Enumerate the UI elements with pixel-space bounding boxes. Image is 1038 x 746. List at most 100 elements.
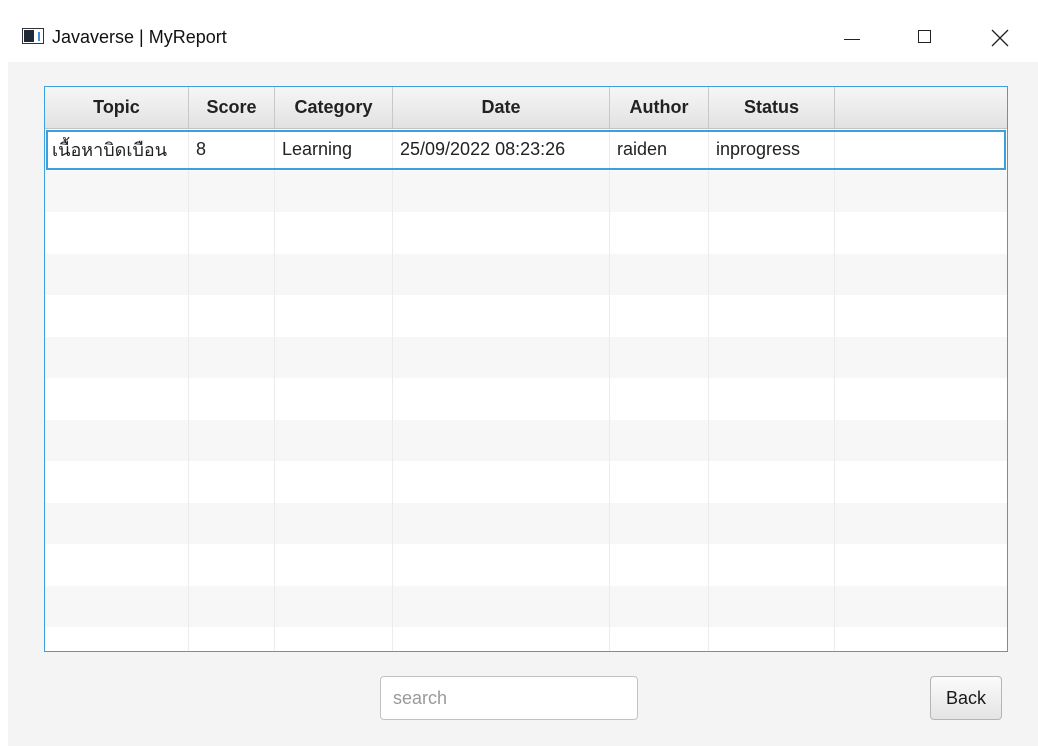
empty-cell <box>835 212 1007 254</box>
empty-cell <box>275 585 393 627</box>
empty-cell <box>610 378 709 420</box>
cell-score: 8 <box>189 129 275 171</box>
table-row[interactable]: เนื้อหาบิดเบือน 8 Learning 25/09/2022 08… <box>45 129 1007 171</box>
empty-cell <box>189 170 275 212</box>
empty-table-row <box>45 212 1007 254</box>
empty-cell <box>709 336 835 378</box>
empty-cell <box>610 419 709 461</box>
empty-cell <box>189 419 275 461</box>
column-header-date[interactable]: Date <box>393 87 610 128</box>
empty-cell <box>709 461 835 503</box>
empty-cell <box>45 544 189 586</box>
minimize-icon[interactable] <box>830 20 874 56</box>
empty-cell <box>835 295 1007 337</box>
empty-cell <box>393 295 610 337</box>
empty-cell <box>275 502 393 544</box>
empty-cell <box>393 419 610 461</box>
empty-cell <box>393 502 610 544</box>
empty-cell <box>189 212 275 254</box>
cell-topic: เนื้อหาบิดเบือน <box>45 129 189 171</box>
column-header-filler <box>835 87 1007 128</box>
empty-cell <box>610 212 709 254</box>
cell-author: raiden <box>610 129 709 171</box>
maximize-icon[interactable] <box>903 20 947 56</box>
empty-table-row <box>45 627 1007 651</box>
column-header-status[interactable]: Status <box>709 87 835 128</box>
empty-cell <box>709 502 835 544</box>
search-input[interactable] <box>380 676 638 720</box>
empty-cell <box>189 253 275 295</box>
empty-table-row <box>45 336 1007 378</box>
empty-cell <box>835 586 1007 628</box>
table-header: Topic Score Category Date Author Status <box>45 87 1007 129</box>
empty-table-row <box>45 502 1007 544</box>
empty-cell <box>189 544 275 586</box>
empty-cell <box>393 378 610 420</box>
empty-table-row <box>45 585 1007 628</box>
empty-cell <box>45 461 189 503</box>
empty-cell <box>835 544 1007 586</box>
cell-filler <box>835 129 1007 171</box>
empty-cell <box>610 253 709 295</box>
empty-cell <box>45 419 189 461</box>
empty-cell <box>610 627 709 651</box>
empty-cell <box>393 627 610 651</box>
column-header-topic[interactable]: Topic <box>45 87 189 128</box>
column-header-author[interactable]: Author <box>610 87 709 128</box>
empty-cell <box>610 336 709 378</box>
column-header-score[interactable]: Score <box>189 87 275 128</box>
empty-cell <box>275 253 393 295</box>
empty-cell <box>275 212 393 254</box>
empty-cell <box>610 585 709 627</box>
empty-cell <box>393 253 610 295</box>
title-bar: Javaverse | MyReport <box>0 0 1038 62</box>
report-table[interactable]: Topic Score Category Date Author Status … <box>44 86 1008 652</box>
back-button[interactable]: Back <box>930 676 1002 720</box>
app-icon <box>22 28 44 44</box>
empty-cell <box>189 378 275 420</box>
empty-cell <box>393 461 610 503</box>
empty-table-row <box>45 544 1007 586</box>
empty-cell <box>709 419 835 461</box>
cell-status: inprogress <box>709 129 835 171</box>
empty-cell <box>189 502 275 544</box>
empty-cell <box>835 378 1007 420</box>
empty-table-row <box>45 170 1007 213</box>
empty-cell <box>610 295 709 337</box>
empty-cell <box>45 336 189 378</box>
empty-cell <box>45 253 189 295</box>
empty-cell <box>709 378 835 420</box>
empty-table-row <box>45 419 1007 462</box>
empty-cell <box>275 295 393 337</box>
client-area: Topic Score Category Date Author Status … <box>8 62 1038 746</box>
empty-cell <box>610 544 709 586</box>
empty-cell <box>189 461 275 503</box>
empty-cell <box>189 295 275 337</box>
empty-cell <box>709 253 835 295</box>
column-header-category[interactable]: Category <box>275 87 393 128</box>
empty-cell <box>709 627 835 651</box>
empty-cell <box>393 170 610 212</box>
empty-cell <box>610 461 709 503</box>
empty-cell <box>45 170 189 212</box>
empty-cell <box>275 419 393 461</box>
empty-cell <box>189 627 275 651</box>
empty-cell <box>45 378 189 420</box>
empty-cell <box>835 627 1007 651</box>
empty-cell <box>393 544 610 586</box>
empty-cell <box>45 627 189 651</box>
empty-cell <box>393 336 610 378</box>
empty-cell <box>45 295 189 337</box>
empty-cell <box>835 171 1007 213</box>
empty-cell <box>835 254 1007 296</box>
empty-cell <box>275 336 393 378</box>
empty-cell <box>610 502 709 544</box>
empty-table-row <box>45 378 1007 420</box>
close-icon[interactable] <box>978 20 1022 56</box>
cell-category: Learning <box>275 129 393 171</box>
empty-cell <box>835 420 1007 462</box>
empty-cell <box>275 170 393 212</box>
empty-cell <box>709 544 835 586</box>
table-body: เนื้อหาบิดเบือน 8 Learning 25/09/2022 08… <box>45 129 1007 651</box>
empty-cell <box>709 295 835 337</box>
